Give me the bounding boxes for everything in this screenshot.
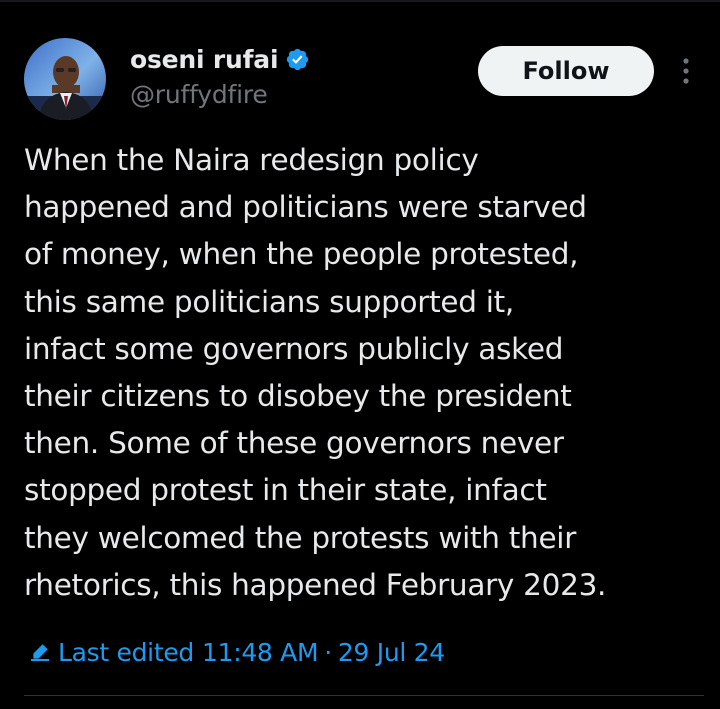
bottom-divider (24, 695, 704, 696)
tweet-text: When the Naira redesign policy happened … (24, 143, 607, 602)
edited-separator: · (324, 637, 332, 667)
verified-badge-icon (285, 47, 310, 72)
display-name[interactable]: oseni rufai (130, 45, 279, 74)
author-names: oseni rufai @ruffydfire (130, 42, 450, 109)
avatar-image (24, 38, 106, 120)
author-handle[interactable]: @ruffydfire (130, 80, 450, 109)
more-vertical-icon[interactable] (674, 54, 698, 88)
edited-label: Last edited (58, 637, 194, 667)
top-divider (0, 0, 720, 2)
edited-date: 29 Jul 24 (337, 637, 445, 667)
follow-button[interactable]: Follow (478, 46, 654, 96)
avatar[interactable] (24, 38, 106, 120)
tweet-header: oseni rufai @ruffydfire Follow (24, 38, 704, 122)
pencil-edit-icon (28, 640, 52, 664)
last-edited-link[interactable]: Last edited 11:48 AM · 29 Jul 24 (28, 634, 445, 670)
display-name-row: oseni rufai (130, 42, 450, 76)
edited-time: 11:48 AM (201, 637, 319, 667)
